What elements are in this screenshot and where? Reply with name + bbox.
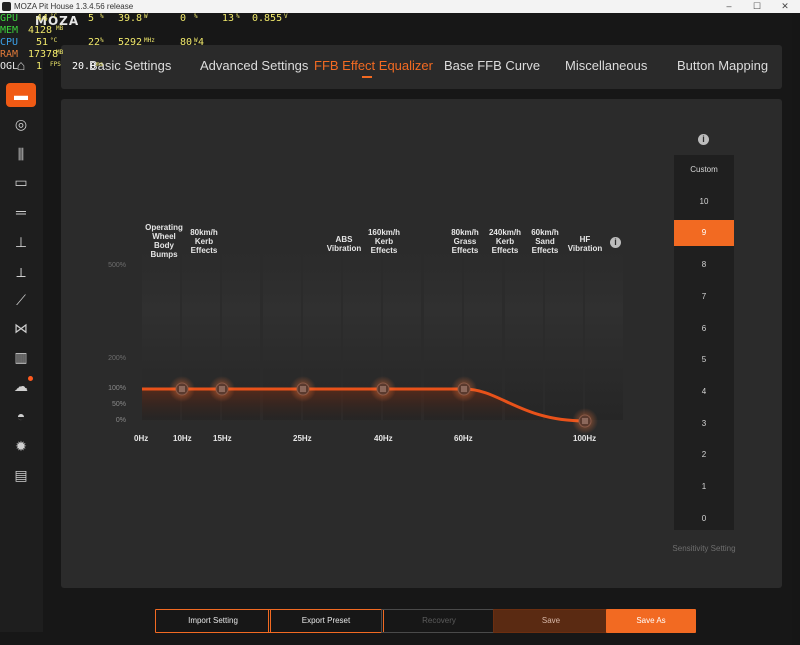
overlay-value: 0 xyxy=(180,13,187,24)
scrollbar[interactable] xyxy=(792,13,800,645)
sidebar-item-helmet[interactable]: ◓ xyxy=(6,404,36,428)
freq-label-60hz: 60Hz xyxy=(454,434,473,443)
sidebar-item-shifter[interactable]: ═ xyxy=(6,200,36,224)
sidebar-item-handbrake[interactable]: ⊥ xyxy=(6,230,36,254)
overlay-value: 39.8 xyxy=(118,13,143,24)
tab-advanced-settings[interactable]: Advanced Settings xyxy=(200,58,308,73)
wheelbase-icon: ▬ xyxy=(14,87,28,103)
gear-lever-icon: ⟂ xyxy=(16,263,26,280)
dashboard-icon: ▭ xyxy=(14,173,28,190)
sidebar-item-chat[interactable]: ▤ xyxy=(6,463,36,487)
y-label-0: 0% xyxy=(115,417,126,424)
sensitivity-level-2[interactable]: 2 xyxy=(674,450,734,459)
band-label-abs-vibration: ABS Vibration xyxy=(326,235,362,253)
handbrake-icon: ⊥ xyxy=(14,233,28,250)
sensitivity-level-0[interactable]: 0 xyxy=(674,514,734,523)
moza-logo: MOZA xyxy=(35,14,80,28)
save-button[interactable]: Save xyxy=(493,609,609,633)
overlay-unit: FPS xyxy=(50,61,61,68)
overlay-value: 5 xyxy=(88,13,95,24)
tab-base-ffb-curve[interactable]: Base FFB Curve xyxy=(444,58,540,73)
band-label-operating-wheel-body-bumps: Operating Wheel Body Bumps xyxy=(145,223,183,259)
sidebar-item-sequential-shifter[interactable]: ⟋ xyxy=(6,288,36,312)
band-label-160kmh-kerb: 160km/h Kerb Effects xyxy=(367,228,401,255)
recovery-button[interactable]: Recovery xyxy=(381,609,497,633)
home-icon: ⌂ xyxy=(16,57,26,73)
app-logo-icon xyxy=(2,2,11,11)
sensitivity-selector: Custom 10 9 8 7 6 5 4 3 2 1 0 xyxy=(674,155,734,530)
export-preset-button[interactable]: Export Preset xyxy=(268,609,384,633)
tab-miscellaneous[interactable]: Miscellaneous xyxy=(565,58,647,73)
sensitivity-level-3[interactable]: 3 xyxy=(674,419,734,428)
sidebar-item-library[interactable]: ▥ xyxy=(6,345,36,369)
cloud-upload-icon: ☁ xyxy=(14,377,28,394)
overlay-unit: °C xyxy=(50,37,58,44)
y-label-200: 200% xyxy=(108,355,126,362)
library-icon: ▥ xyxy=(14,348,28,365)
sidebar-item-settings-gear[interactable]: ✹ xyxy=(6,434,36,458)
overlay-value: 13 xyxy=(222,13,235,24)
band-label-240kmh-kerb: 240km/h Kerb Effects xyxy=(488,228,522,255)
minimize-icon[interactable]: – xyxy=(718,0,740,13)
active-tab-indicator xyxy=(362,76,372,78)
sensitivity-info-icon[interactable]: i xyxy=(698,134,709,145)
notification-dot xyxy=(28,376,33,381)
freq-label-0hz: 0Hz xyxy=(134,434,149,443)
sensitivity-level-5[interactable]: 5 xyxy=(674,355,734,364)
sidebar-item-cloud-upload[interactable]: ☁ xyxy=(6,374,36,398)
steering-wheel-icon: ◎ xyxy=(14,115,28,132)
settings-gear-icon: ✹ xyxy=(15,437,27,454)
pedals-icon: ⫼ xyxy=(17,145,25,162)
window-title: MOZA Pit House 1.3.4.56 release xyxy=(14,2,134,11)
band-label-80kmh-kerb: 80km/h Kerb Effects xyxy=(190,228,218,255)
maximize-icon[interactable]: ☐ xyxy=(746,0,768,13)
y-label-500: 500% xyxy=(108,262,126,269)
sensitivity-level-1[interactable]: 1 xyxy=(674,482,734,491)
sensitivity-level-9[interactable]: 9 xyxy=(674,220,734,247)
sidebar-item-accessory[interactable]: ⋈ xyxy=(6,316,36,340)
chat-icon: ▤ xyxy=(14,466,28,483)
helmet-icon: ◓ xyxy=(16,408,26,424)
close-icon[interactable]: ✕ xyxy=(774,0,796,13)
sidebar-item-home[interactable]: ⌂ xyxy=(6,53,36,77)
freq-label-100hz: 100Hz xyxy=(573,434,597,443)
accessory-icon: ⋈ xyxy=(14,319,28,336)
sidebar: ⌂ ▬ ◎ ⫼ ▭ ═ ⊥ ⟂ ⟋ ⋈ ▥ ☁ ◓ ✹ ▤ xyxy=(0,13,43,632)
freq-label-25hz: 25Hz xyxy=(293,434,312,443)
sequential-shifter-icon: ⟋ xyxy=(16,291,26,308)
y-label-100: 100% xyxy=(108,385,126,392)
tab-bar: Basic Settings Advanced Settings FFB Eff… xyxy=(61,45,782,89)
save-as-button[interactable]: Save As xyxy=(606,609,696,633)
y-label-50: 50% xyxy=(111,401,126,408)
sidebar-item-dashboard[interactable]: ▭ xyxy=(6,170,36,194)
band-label-60kmh-sand: 60km/h Sand Effects xyxy=(531,228,559,255)
sensitivity-level-10[interactable]: 10 xyxy=(674,197,734,206)
equalizer-info-icon[interactable]: i xyxy=(610,237,621,248)
sensitivity-level-6[interactable]: 6 xyxy=(674,324,734,333)
sensitivity-level-custom[interactable]: Custom xyxy=(674,165,734,174)
sensitivity-level-8[interactable]: 8 xyxy=(674,260,734,269)
overlay-value: 0.855 xyxy=(252,13,283,24)
sidebar-item-gear-lever[interactable]: ⟂ xyxy=(6,260,36,284)
band-label-80kmh-grass: 80km/h Grass Effects xyxy=(451,228,479,255)
sensitivity-level-4[interactable]: 4 xyxy=(674,387,734,396)
tab-button-mapping[interactable]: Button Mapping xyxy=(677,58,768,73)
band-label-hf-vibration: HF Vibration xyxy=(567,235,603,253)
window-titlebar: MOZA Pit House 1.3.4.56 release – ☐ ✕ xyxy=(0,0,800,13)
freq-label-15hz: 15Hz xyxy=(213,434,232,443)
freq-label-40hz: 40Hz xyxy=(374,434,393,443)
sensitivity-caption: Sensitivity Setting xyxy=(672,544,736,553)
sidebar-item-steering-wheel[interactable]: ◎ xyxy=(6,112,36,136)
sidebar-item-pedals[interactable]: ⫼ xyxy=(6,142,36,166)
sidebar-item-wheelbase[interactable]: ▬ xyxy=(6,83,36,107)
freq-label-10hz: 10Hz xyxy=(173,434,192,443)
shifter-icon: ═ xyxy=(16,204,26,220)
import-setting-button[interactable]: Import Setting xyxy=(155,609,271,633)
sensitivity-level-7[interactable]: 7 xyxy=(674,292,734,301)
tab-basic-settings[interactable]: Basic Settings xyxy=(89,58,171,73)
tab-ffb-effect-equalizer[interactable]: FFB Effect Equalizer xyxy=(314,58,433,73)
